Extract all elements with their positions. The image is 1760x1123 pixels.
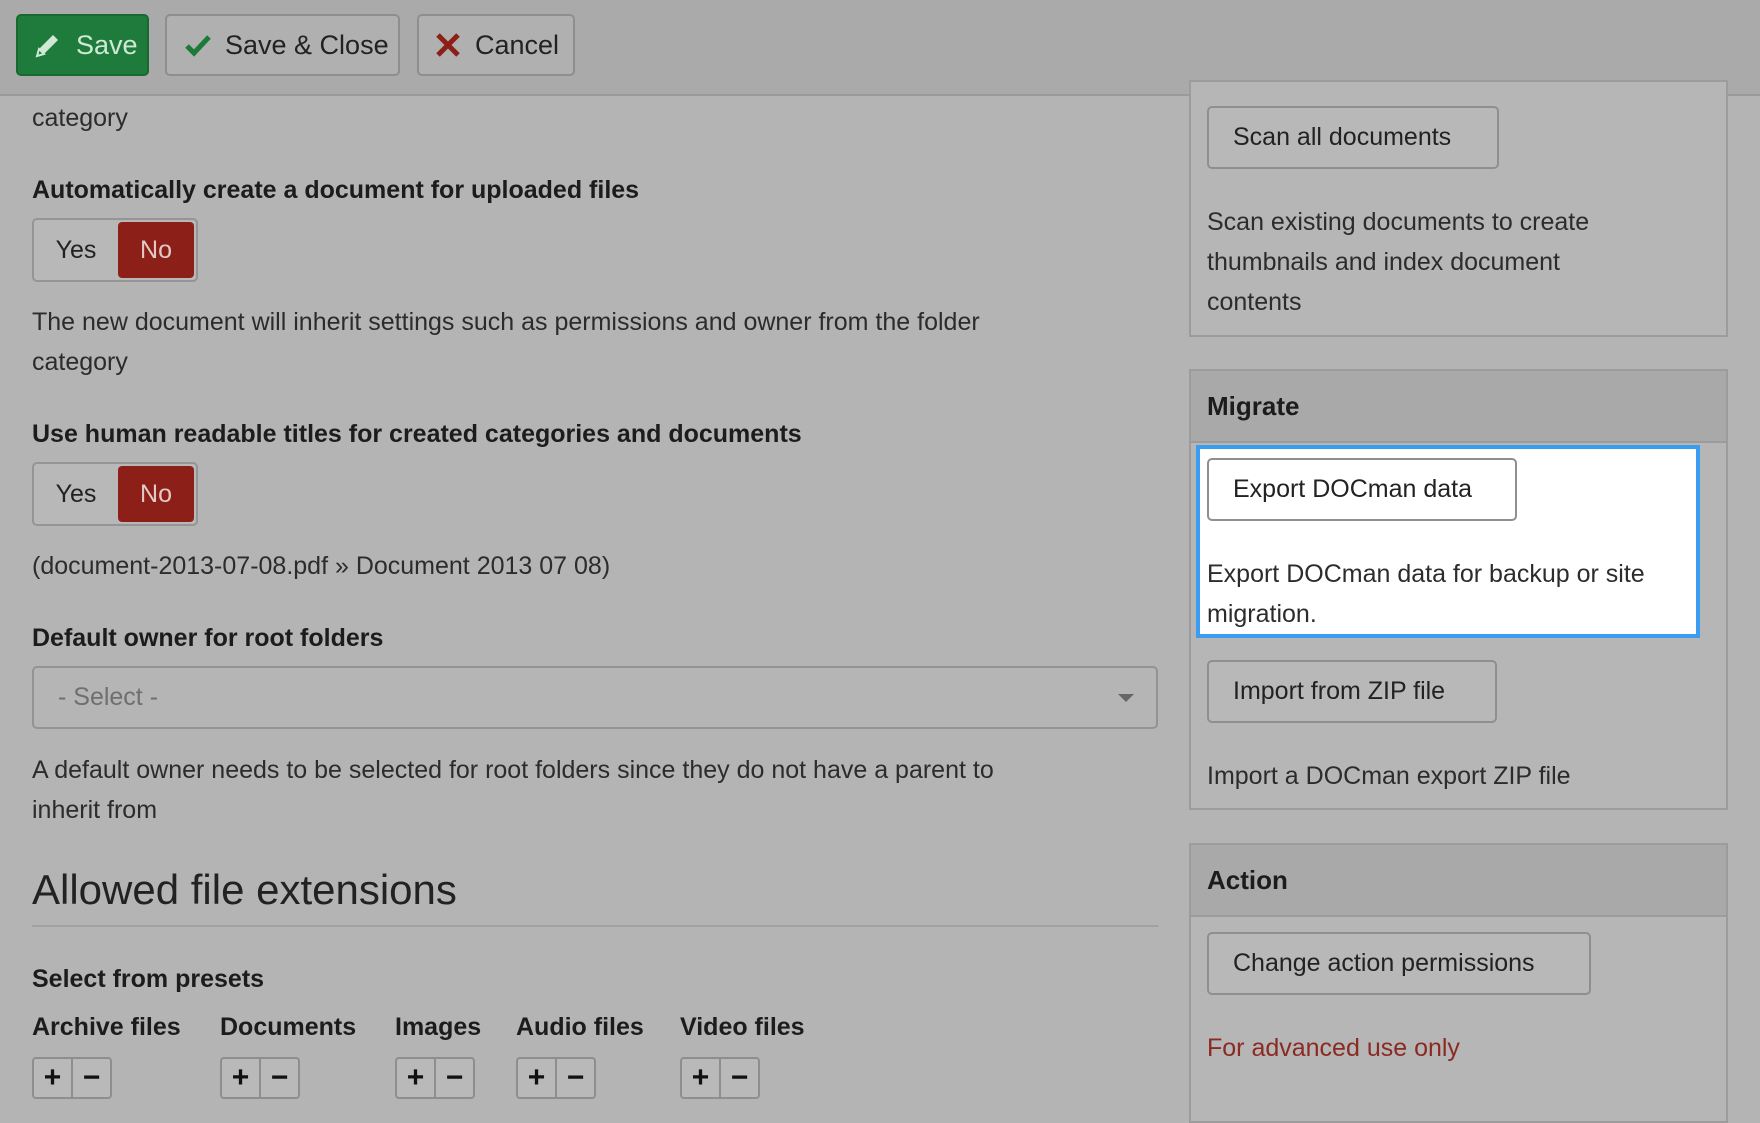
preset-images-remove-button[interactable]: − bbox=[436, 1059, 473, 1097]
presets-label: Select from presets bbox=[32, 965, 265, 993]
preset-audio-files-controls: + − bbox=[516, 1057, 596, 1099]
preset-documents-add-button[interactable]: + bbox=[222, 1059, 261, 1097]
x-icon bbox=[436, 33, 460, 57]
checkmark-icon bbox=[185, 35, 211, 57]
scan-help-line3: contents bbox=[1207, 288, 1302, 316]
preset-images-add-button[interactable]: + bbox=[397, 1059, 436, 1097]
auto-create-label: Automatically create a document for uplo… bbox=[32, 176, 640, 204]
preset-video-files-controls: + − bbox=[680, 1057, 760, 1099]
auto-create-no-option[interactable]: No bbox=[118, 222, 194, 278]
import-help-text: Import a DOCman export ZIP file bbox=[1207, 762, 1571, 790]
preset-documents-controls: + − bbox=[220, 1057, 300, 1099]
migrate-panel-header: Migrate bbox=[1191, 371, 1726, 443]
preset-audio-files-add-button[interactable]: + bbox=[518, 1059, 557, 1097]
preset-documents-label: Documents bbox=[220, 1013, 357, 1041]
readable-titles-no-option[interactable]: No bbox=[118, 466, 194, 522]
scan-help-line2: thumbnails and index document bbox=[1207, 248, 1561, 276]
default-owner-label: Default owner for root folders bbox=[32, 624, 384, 652]
import-from-zip-button[interactable]: Import from ZIP file bbox=[1207, 660, 1497, 723]
auto-create-help-line1: The new document will inherit settings s… bbox=[32, 308, 980, 336]
action-panel-header: Action bbox=[1191, 845, 1726, 917]
preset-audio-files-remove-button[interactable]: − bbox=[557, 1059, 594, 1097]
preset-archive-files-label: Archive files bbox=[32, 1013, 181, 1041]
pencil-icon bbox=[35, 35, 58, 58]
export-help-line1: Export DOCman data for backup or site bbox=[1207, 560, 1645, 588]
readable-titles-yes-option[interactable]: Yes bbox=[34, 464, 118, 524]
export-help-line2: migration. bbox=[1207, 600, 1317, 628]
divider bbox=[32, 925, 1158, 927]
save-button-label: Save bbox=[76, 29, 138, 60]
change-action-permissions-button[interactable]: Change action permissions bbox=[1207, 932, 1591, 995]
preset-images-controls: + − bbox=[395, 1057, 475, 1099]
preset-video-files-add-button[interactable]: + bbox=[682, 1059, 721, 1097]
export-docman-data-button[interactable]: Export DOCman data bbox=[1207, 458, 1517, 521]
scan-help-line1: Scan existing documents to create bbox=[1207, 208, 1590, 236]
readable-titles-example: (document-2013-07-08.pdf » Document 2013… bbox=[32, 552, 611, 580]
auto-create-help-line2: category bbox=[32, 348, 128, 376]
preset-archive-files-remove-button[interactable]: − bbox=[73, 1059, 110, 1097]
default-owner-help-line1: A default owner needs to be selected for… bbox=[32, 756, 994, 784]
scan-all-documents-button[interactable]: Scan all documents bbox=[1207, 106, 1499, 169]
preset-images-label: Images bbox=[395, 1013, 482, 1041]
readable-titles-toggle: Yes No bbox=[32, 462, 198, 526]
preset-video-files-remove-button[interactable]: − bbox=[721, 1059, 758, 1097]
migrate-panel-title: Migrate bbox=[1207, 391, 1300, 421]
default-owner-help-line2: inherit from bbox=[32, 796, 158, 824]
save-button[interactable]: Save bbox=[16, 14, 149, 76]
cancel-label: Cancel bbox=[475, 29, 560, 60]
save-and-close-button[interactable]: Save & Close bbox=[165, 14, 400, 76]
default-owner-select-value: - Select - bbox=[58, 683, 159, 711]
preset-video-files-label: Video files bbox=[680, 1013, 805, 1041]
help-text-fragment: category bbox=[32, 104, 128, 132]
auto-create-toggle: Yes No bbox=[32, 218, 198, 282]
preset-audio-files-label: Audio files bbox=[516, 1013, 644, 1041]
allowed-extensions-heading: Allowed file extensions bbox=[32, 866, 457, 913]
preset-archive-files-add-button[interactable]: + bbox=[34, 1059, 73, 1097]
cancel-button[interactable]: Cancel bbox=[417, 14, 575, 76]
readable-titles-label: Use human readable titles for created ca… bbox=[32, 420, 802, 448]
default-owner-select[interactable]: - Select - bbox=[32, 666, 1158, 729]
auto-create-yes-option[interactable]: Yes bbox=[34, 220, 118, 280]
preset-documents-remove-button[interactable]: − bbox=[261, 1059, 298, 1097]
preset-archive-files-controls: + − bbox=[32, 1057, 112, 1099]
action-panel-title: Action bbox=[1207, 865, 1288, 895]
caret-down-icon bbox=[1118, 694, 1134, 702]
save-and-close-label: Save & Close bbox=[225, 29, 389, 60]
advanced-use-warning: For advanced use only bbox=[1207, 1034, 1460, 1062]
